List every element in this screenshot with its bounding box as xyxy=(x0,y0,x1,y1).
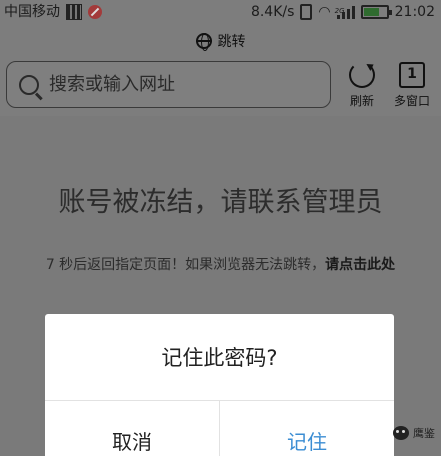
multi-window-button[interactable]: 1 多窗口 xyxy=(394,62,430,109)
dialog-title: 记住此密码? xyxy=(161,346,278,370)
network-type-label: 2G xyxy=(334,7,345,15)
wechat-logo-icon xyxy=(393,426,409,440)
notification-blocked-icon xyxy=(88,5,102,19)
clock: 21:02 xyxy=(394,4,435,20)
carrier-label: 中国移动 xyxy=(4,4,60,20)
wifi-icon: ◠ xyxy=(318,4,331,20)
page-title: 跳转 xyxy=(217,34,246,50)
globe-icon xyxy=(195,33,212,51)
search-icon xyxy=(19,74,39,95)
redirect-link[interactable]: 请点击此处 xyxy=(325,257,395,273)
qr-code-icon xyxy=(66,4,82,20)
page-title-bar: 跳转 xyxy=(0,24,441,58)
network-speed: 8.4K/s xyxy=(250,4,295,20)
battery-icon xyxy=(360,5,392,19)
search-input[interactable] xyxy=(49,74,319,95)
account-frozen-message: 账号被冻结，请联系管理员 xyxy=(58,187,383,218)
redirect-notice: 7 秒后返回指定页面！如果浏览器无法跳转，请点击此处 xyxy=(0,254,441,274)
refresh-icon xyxy=(349,62,375,88)
remember-button[interactable]: 记住 xyxy=(220,400,394,456)
watermark-text: 鹰鉴 xyxy=(413,427,435,440)
signal-icon: 2G xyxy=(335,5,355,19)
refresh-button[interactable]: 刷新 xyxy=(349,62,375,109)
tabs-count-icon: 1 xyxy=(399,62,425,88)
status-bar: 中国移动 8.4K/s ◠ 2G 21:02 xyxy=(0,0,441,24)
save-password-dialog: 记住此密码? 取消 记住 xyxy=(45,314,394,456)
multi-window-label: 多窗口 xyxy=(394,94,431,108)
refresh-label: 刷新 xyxy=(349,94,374,108)
watermark: 鹰鉴 xyxy=(393,425,435,441)
cancel-button[interactable]: 取消 xyxy=(45,400,219,456)
redirect-text: 7 秒后返回指定页面！如果浏览器无法跳转， xyxy=(45,257,326,273)
vibrate-icon xyxy=(300,4,313,20)
address-bar[interactable] xyxy=(6,61,331,108)
address-bar-row: 刷新 1 多窗口 xyxy=(0,58,441,116)
